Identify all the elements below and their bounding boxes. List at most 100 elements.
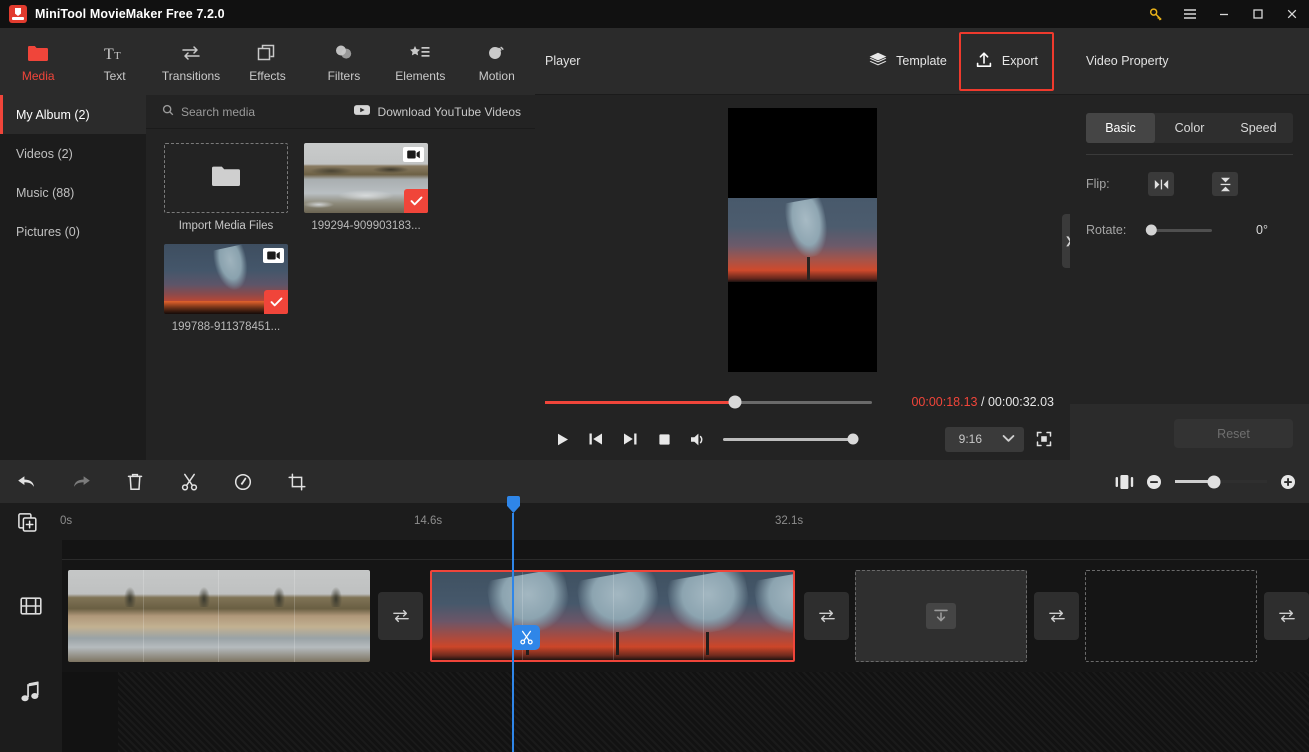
maximize-icon[interactable]	[1241, 0, 1275, 28]
flip-label: Flip:	[1086, 177, 1110, 191]
template-button[interactable]: Template	[857, 43, 959, 80]
transition-slot-button[interactable]	[378, 592, 423, 640]
timeline-track-area[interactable]	[62, 540, 1309, 752]
video-track-icon[interactable]	[0, 560, 62, 652]
nav-tab-transitions[interactable]: Transitions	[153, 33, 229, 83]
media-selected-check-icon[interactable]	[404, 189, 428, 213]
time-separator: /	[980, 395, 985, 409]
rotate-handle[interactable]	[1145, 224, 1157, 236]
previous-frame-icon[interactable]	[579, 424, 613, 454]
import-media-files-button[interactable]: Import Media Files	[164, 143, 288, 232]
export-button[interactable]: Export	[958, 31, 1054, 91]
flip-row: Flip:	[1070, 167, 1309, 201]
audio-track[interactable]	[62, 672, 1309, 752]
fit-to-timeline-icon[interactable]	[1109, 460, 1139, 503]
sidebar-item-videos[interactable]: Videos (2)	[0, 134, 146, 173]
flip-horizontal-icon[interactable]	[1148, 172, 1174, 196]
seek-handle[interactable]	[728, 395, 742, 409]
key-icon[interactable]	[1139, 0, 1173, 28]
audio-track-icon[interactable]	[0, 652, 62, 732]
timeline-clip[interactable]	[68, 570, 370, 662]
player-header: Player Template Export	[535, 28, 1070, 95]
rotate-row: Rotate: 0°	[1070, 213, 1309, 247]
nav-tab-text[interactable]: TT Text	[76, 33, 152, 83]
search-input[interactable]: Search media	[162, 104, 255, 119]
split-clip-button[interactable]	[512, 625, 540, 650]
reset-button[interactable]: Reset	[1174, 419, 1293, 448]
tab-basic[interactable]: Basic	[1086, 113, 1155, 143]
zoom-handle[interactable]	[1207, 475, 1221, 488]
media-selected-check-icon[interactable]	[264, 290, 288, 314]
svg-text:T: T	[104, 46, 114, 62]
media-item[interactable]: 199788-911378451...	[164, 244, 288, 333]
media-library-panel: Search media Download YouTube Videos Imp…	[146, 95, 535, 460]
next-frame-icon[interactable]	[613, 424, 647, 454]
playhead[interactable]	[512, 513, 514, 752]
player-panel: Player Template Export 00:00:18.13 / 00:…	[535, 28, 1070, 460]
sidebar-item-pictures[interactable]: Pictures (0)	[0, 212, 146, 251]
media-thumbnail[interactable]	[304, 143, 428, 213]
volume-handle[interactable]	[847, 433, 859, 445]
timeline-ruler[interactable]: 0s 14.6s 32.1s	[0, 503, 1309, 540]
nav-tab-effects[interactable]: Effects	[229, 33, 305, 83]
download-youtube-button[interactable]: Download YouTube Videos	[353, 104, 521, 119]
search-icon	[162, 104, 174, 119]
close-icon[interactable]	[1275, 0, 1309, 28]
export-label: Export	[1001, 54, 1038, 68]
track-header-spacer	[0, 540, 62, 560]
top-nav-tabs: Media TT Text Transitions Effects Filter…	[0, 28, 535, 95]
stop-icon[interactable]	[647, 424, 681, 454]
transition-slot-button[interactable]	[1264, 592, 1309, 640]
aspect-ratio-select[interactable]: 9:16	[944, 426, 1024, 452]
volume-icon[interactable]	[681, 424, 715, 454]
undo-icon[interactable]	[0, 460, 54, 503]
rotate-slider[interactable]	[1145, 224, 1212, 236]
fullscreen-icon[interactable]	[1028, 424, 1060, 454]
transition-slot-button[interactable]	[804, 592, 849, 640]
chevron-down-icon	[1002, 432, 1015, 446]
tab-color[interactable]: Color	[1155, 113, 1224, 143]
app-title: MiniTool MovieMaker Free 7.2.0	[35, 7, 225, 21]
speed-gauge-icon[interactable]	[216, 460, 270, 503]
seek-slider[interactable]	[545, 395, 872, 409]
sidebar-item-my-album[interactable]: My Album (2)	[0, 95, 146, 134]
redo-icon[interactable]	[54, 460, 108, 503]
media-grid: Import Media Files 199294-909903183... 1…	[146, 129, 535, 333]
video-preview-frame	[728, 108, 877, 372]
media-drop-placeholder[interactable]	[1085, 570, 1257, 662]
media-thumbnail[interactable]	[164, 244, 288, 314]
import-label: Import Media Files	[178, 220, 274, 232]
player-seek-row: 00:00:18.13 / 00:00:32.03	[545, 385, 1060, 419]
aspect-ratio-value: 9:16	[958, 432, 982, 446]
scissors-icon[interactable]	[162, 460, 216, 503]
zoom-out-icon[interactable]	[1139, 460, 1169, 503]
nav-tab-media[interactable]: Media	[0, 33, 76, 83]
clip-thumbnail-strip	[432, 572, 793, 660]
nav-tab-filters[interactable]: Filters	[306, 33, 382, 83]
transition-slot-button[interactable]	[1034, 592, 1079, 640]
video-track[interactable]	[62, 560, 1309, 672]
media-drop-placeholder[interactable]	[855, 570, 1027, 662]
player-preview-stage[interactable]	[535, 95, 1070, 385]
trash-icon[interactable]	[108, 460, 162, 503]
seek-fill	[545, 400, 735, 404]
minimize-icon[interactable]	[1207, 0, 1241, 28]
flip-vertical-icon[interactable]	[1212, 172, 1238, 196]
tab-speed[interactable]: Speed	[1224, 113, 1293, 143]
audio-track-empty-area	[118, 672, 1309, 752]
zoom-in-icon[interactable]	[1273, 460, 1303, 503]
nav-tab-elements[interactable]: Elements	[382, 33, 458, 83]
media-item[interactable]: 199294-909903183...	[304, 143, 428, 232]
import-dropzone[interactable]	[164, 143, 288, 213]
sidebar-item-music[interactable]: Music (88)	[0, 173, 146, 212]
video-property-panel: Video Property Basic Color Speed Flip: R…	[1070, 28, 1309, 460]
crop-icon[interactable]	[270, 460, 324, 503]
volume-slider[interactable]	[723, 433, 859, 445]
nav-tab-motion[interactable]: Motion	[459, 33, 535, 83]
hamburger-menu-icon[interactable]	[1173, 0, 1207, 28]
timeline-zoom-slider[interactable]	[1175, 475, 1267, 488]
template-layers-icon	[869, 52, 887, 71]
timeline-body	[0, 540, 1309, 752]
play-icon[interactable]	[545, 424, 579, 454]
timeline-clip-selected[interactable]	[430, 570, 795, 662]
